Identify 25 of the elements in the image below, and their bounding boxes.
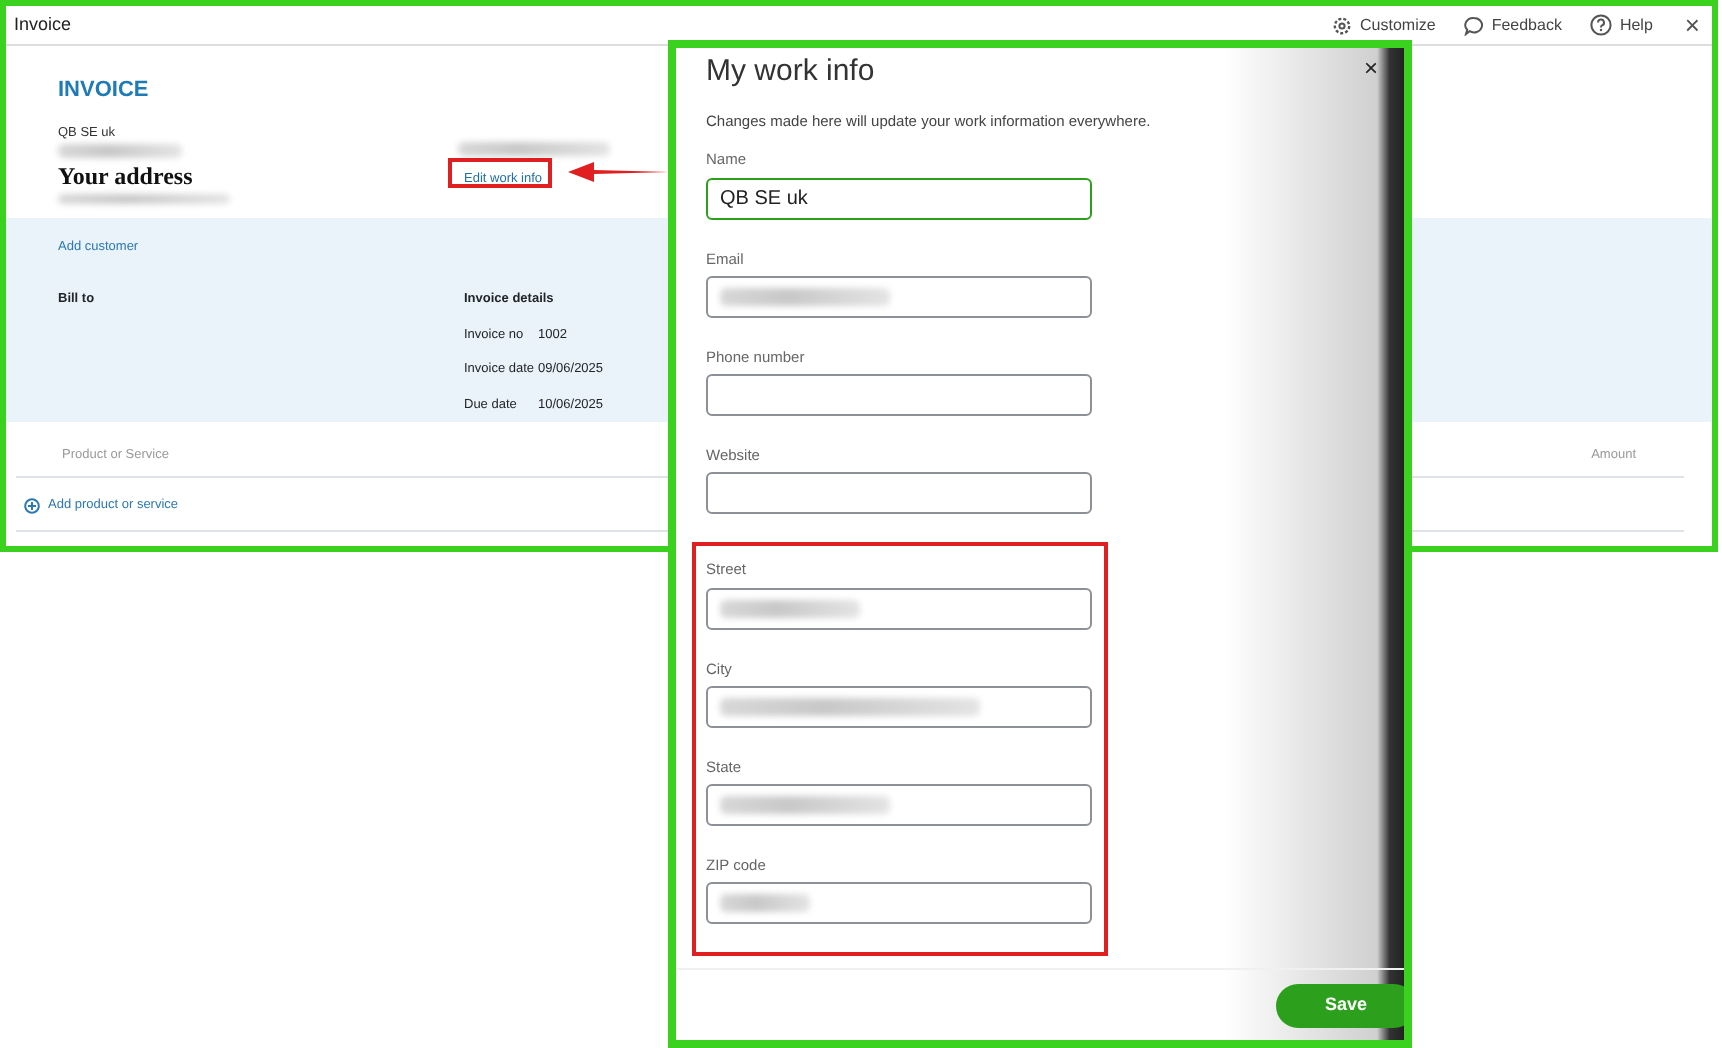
close-button[interactable]: × [1360,56,1383,80]
blurred-value [720,894,810,913]
help-link[interactable]: Help [1619,13,1653,37]
add-icon[interactable] [24,497,40,514]
panel-title: My work info [706,54,875,90]
window-title: Invoice [14,11,72,38]
input-field[interactable]: QB SE uk [706,177,1092,219]
input-field[interactable] [706,882,1092,925]
chat-icon[interactable] [1463,15,1484,35]
invoice-heading: INVOICE [58,76,149,106]
address-label: Your address [58,160,193,195]
help-icon[interactable] [1589,14,1612,36]
input-field[interactable] [706,374,1092,416]
blurred-text [58,144,182,159]
input-field[interactable] [706,472,1092,515]
input-field[interactable] [706,784,1092,826]
input-field[interactable] [706,685,1092,728]
blurred-value [720,599,860,617]
annotation-frame [448,158,552,188]
input-field[interactable] [706,275,1092,318]
settings-icon[interactable] [1332,15,1353,35]
close-button[interactable]: × [1680,12,1704,38]
input-field[interactable] [706,587,1092,629]
feedback-link[interactable]: Feedback [1491,13,1562,37]
customize-link[interactable]: Customize [1360,13,1436,37]
